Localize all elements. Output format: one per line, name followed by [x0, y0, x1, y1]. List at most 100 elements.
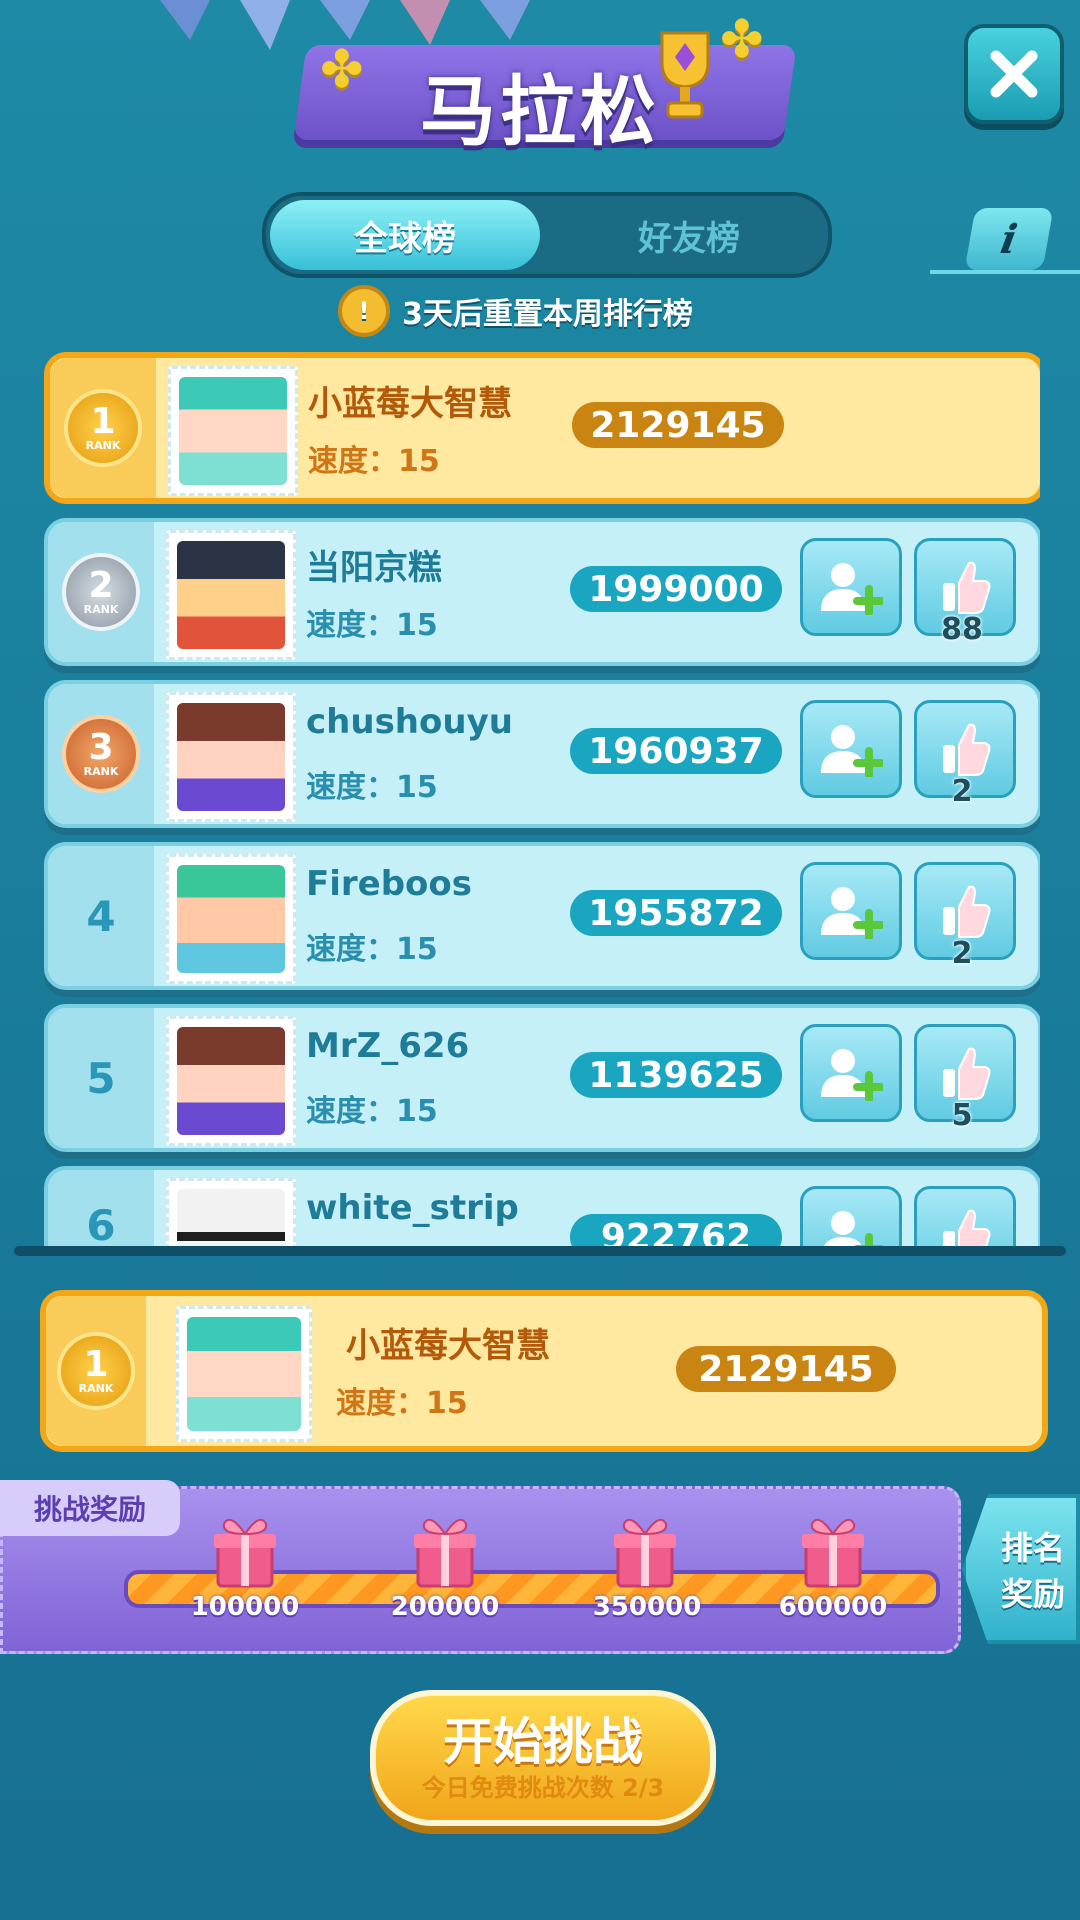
avatar[interactable] — [166, 530, 296, 660]
rank-cell: 3 RANK — [48, 684, 154, 824]
list-item[interactable]: 2 RANK 当阳京糕 速度：15 1999000 88 — [44, 518, 1040, 666]
medal-label: RANK — [83, 765, 119, 778]
player-name: chushouyu — [306, 702, 513, 742]
score-badge: 1139625 — [570, 1052, 782, 1098]
add-friend-button[interactable] — [800, 862, 902, 960]
like-count: 2 — [951, 936, 973, 971]
page-title: 马拉松 — [420, 67, 660, 156]
player-speed: 速度：15 — [306, 932, 438, 967]
rank-cell: 2 RANK — [48, 522, 154, 662]
avatar[interactable] — [166, 854, 296, 984]
thumbs-up-icon — [943, 723, 991, 776]
info-button[interactable]: i — [964, 208, 1054, 270]
add-friend-button[interactable] — [800, 700, 902, 798]
gift-box-icon[interactable] — [798, 1510, 868, 1590]
add-friend-button[interactable] — [800, 538, 902, 636]
tab-global[interactable]: 全球榜 — [270, 200, 540, 270]
avatar[interactable] — [166, 1178, 296, 1252]
close-button[interactable] — [964, 24, 1064, 124]
medal-label: RANK — [83, 603, 119, 616]
score-badge: 1955872 — [570, 890, 782, 936]
avatar[interactable] — [166, 1016, 296, 1146]
player-speed: 速度：15 — [336, 1386, 468, 1421]
rank-reward-label-line2: 奖励 — [1000, 1575, 1065, 1613]
player-speed: 速度：15 — [306, 1094, 438, 1129]
add-friend-button[interactable] — [800, 1186, 902, 1252]
like-button[interactable] — [914, 1186, 1016, 1252]
list-item[interactable]: 5 MrZ_626 速度：15 1139625 5 — [44, 1004, 1040, 1152]
rank-reward-label-line1: 排名 — [1000, 1529, 1065, 1567]
rank-reward-button[interactable]: 排名 奖励 — [962, 1494, 1080, 1644]
rank-number: 5 — [48, 1008, 154, 1148]
milestone-label: 100000 — [190, 1592, 300, 1622]
score-badge: 2129145 — [572, 402, 784, 448]
rank-number: 1 — [90, 401, 116, 442]
player-speed: 速度：15 — [308, 444, 440, 479]
like-count: 2 — [951, 774, 973, 809]
milestone-label: 200000 — [390, 1592, 500, 1622]
gold-medal-icon: 1 RANK — [57, 1332, 135, 1410]
score-badge: 1960937 — [570, 728, 782, 774]
milestone-label: 350000 — [592, 1592, 702, 1622]
add-friend-icon — [821, 887, 883, 939]
leaderboard-list[interactable]: 1 RANK 小蓝莓大智慧 速度：15 2129145 2 RANK 当阳京糕 … — [44, 352, 1040, 1252]
divider — [930, 270, 1080, 274]
player-name: Fireboos — [306, 864, 472, 904]
list-item[interactable]: 4 Fireboos 速度：15 1955872 2 — [44, 842, 1040, 990]
player-speed: 速度：15 — [306, 608, 438, 643]
reset-notice-text: 3天后重置本周排行榜 — [402, 297, 693, 332]
rank-number: 6 — [48, 1170, 154, 1252]
gift-box-icon[interactable] — [210, 1510, 280, 1590]
player-name: 小蓝莓大智慧 — [346, 1326, 550, 1366]
list-item[interactable]: 6 white_strip 922762 — [44, 1166, 1040, 1252]
medal-label: RANK — [78, 1382, 114, 1395]
gold-medal-icon: 1 RANK — [64, 389, 142, 467]
like-count: 88 — [941, 612, 983, 647]
thumbs-up-icon — [943, 885, 991, 938]
milestone-label: 600000 — [778, 1592, 888, 1622]
rank-number: 2 — [88, 565, 114, 606]
leaderboard-tabs: 全球榜 好友榜 — [262, 192, 832, 278]
alarm-clock-icon: ! — [338, 285, 390, 337]
list-item[interactable]: 3 RANK chushouyu 速度：15 1960937 2 — [44, 680, 1040, 828]
silver-medal-icon: 2 RANK — [62, 553, 140, 631]
add-friend-icon — [821, 563, 883, 615]
rank-number: 3 — [88, 727, 114, 768]
like-count: 5 — [951, 1098, 973, 1133]
reset-notice: ! 3天后重置本周排行榜 — [338, 285, 693, 337]
close-icon — [990, 50, 1038, 98]
gift-box-icon[interactable] — [610, 1510, 680, 1590]
player-name: 小蓝莓大智慧 — [308, 384, 512, 424]
add-friend-icon — [821, 1049, 883, 1101]
add-friend-button[interactable] — [800, 1024, 902, 1122]
rank-number: 4 — [48, 846, 154, 986]
avatar[interactable] — [168, 366, 298, 496]
player-name: 当阳京糕 — [306, 548, 442, 588]
add-friend-icon — [821, 725, 883, 777]
gift-box-icon[interactable] — [410, 1510, 480, 1590]
start-challenge-label: 开始挑战 — [443, 1713, 643, 1771]
thumbs-up-icon — [943, 1047, 991, 1100]
list-divider — [14, 1246, 1066, 1256]
avatar[interactable] — [166, 692, 296, 822]
trophy-icon — [660, 31, 710, 119]
score-badge: 1999000 — [570, 566, 782, 612]
avatar[interactable] — [176, 1306, 312, 1442]
medal-label: RANK — [85, 439, 121, 452]
info-icon: i — [997, 215, 1021, 263]
rank-cell: 1 RANK — [46, 1296, 146, 1446]
thumbs-up-icon — [943, 561, 991, 614]
rank-cell: 1 RANK — [50, 358, 156, 498]
score-badge: 2129145 — [676, 1346, 896, 1392]
player-name: MrZ_626 — [306, 1026, 470, 1066]
player-name: white_strip — [306, 1188, 519, 1228]
challenge-reward-label: 挑战奖励 — [0, 1480, 180, 1536]
list-item[interactable]: 1 RANK 小蓝莓大智慧 速度：15 2129145 — [44, 352, 1040, 504]
free-attempts-text: 今日免费挑战次数 2/3 — [421, 1774, 665, 1802]
rank-number: 1 — [83, 1344, 109, 1385]
bronze-medal-icon: 3 RANK — [62, 715, 140, 793]
start-challenge-button[interactable]: 开始挑战 今日免费挑战次数 2/3 — [370, 1690, 716, 1826]
tab-friends[interactable]: 好友榜 — [554, 200, 824, 270]
thumbs-up-icon — [943, 1209, 991, 1252]
player-speed: 速度：15 — [306, 770, 438, 805]
